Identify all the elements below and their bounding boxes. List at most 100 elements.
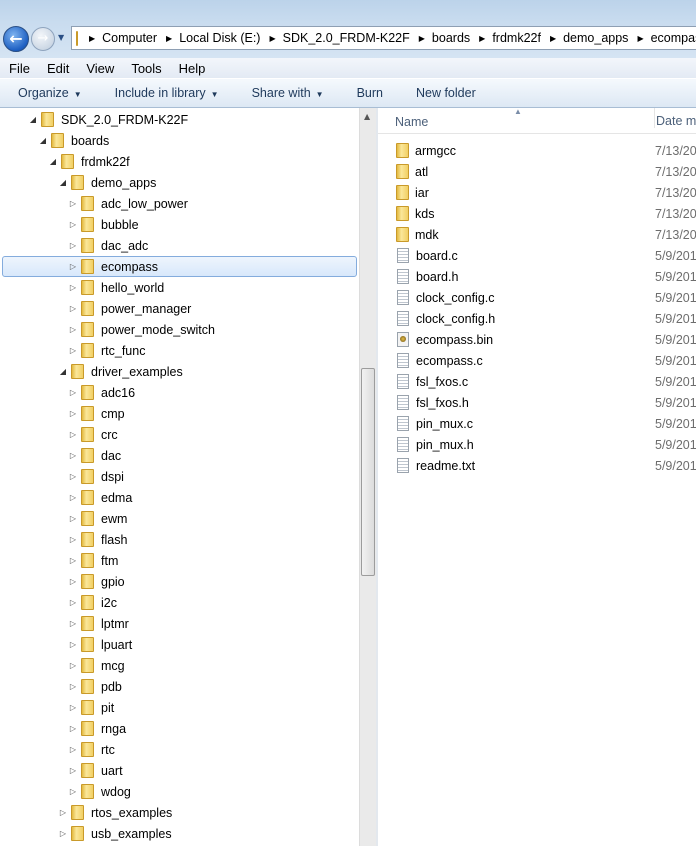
tree-item-lptmr[interactable]: ▷ lptmr xyxy=(68,613,129,634)
file-row[interactable]: readme.txt 5/9/201 xyxy=(378,455,696,476)
tree-item-dspi[interactable]: ▷ dspi xyxy=(68,466,124,487)
forward-button[interactable]: → xyxy=(31,27,55,51)
back-button[interactable]: ← xyxy=(3,26,29,52)
tree-item-ewm[interactable]: ▷ ewm xyxy=(68,508,127,529)
tree-item-mcg[interactable]: ▷ mcg xyxy=(68,655,125,676)
tree-item-driver-examples[interactable]: ◢ driver_examples xyxy=(58,361,183,382)
tree-item-sdk-2-0-frdm-k22f[interactable]: ◢ SDK_2.0_FRDM-K22F xyxy=(28,109,188,130)
tree-item-pdb[interactable]: ▷ pdb xyxy=(68,676,122,697)
menu-tools[interactable]: Tools xyxy=(122,61,169,76)
tree-item-cmp[interactable]: ▷ cmp xyxy=(68,403,125,424)
expanded-arrow-icon[interactable]: ◢ xyxy=(48,157,58,166)
organize-button[interactable]: Organize ▼ xyxy=(0,86,97,100)
collapsed-arrow-icon[interactable]: ▷ xyxy=(68,325,78,334)
tree-item-uart[interactable]: ▷ uart xyxy=(68,760,123,781)
breadcrumb-arrow-icon[interactable]: ▶ xyxy=(419,34,425,43)
collapsed-arrow-icon[interactable]: ▷ xyxy=(68,535,78,544)
tree-item-gpio[interactable]: ▷ gpio xyxy=(68,571,125,592)
tree-item-adc-low-power[interactable]: ▷ adc_low_power xyxy=(68,193,188,214)
tree-item-rtos-examples[interactable]: ▷ rtos_examples xyxy=(58,802,172,823)
tree-item-i2c[interactable]: ▷ i2c xyxy=(68,592,117,613)
collapsed-arrow-icon[interactable]: ▷ xyxy=(68,388,78,397)
collapsed-arrow-icon[interactable]: ▷ xyxy=(68,787,78,796)
collapsed-arrow-icon[interactable]: ▷ xyxy=(68,451,78,460)
column-name[interactable]: Name xyxy=(395,115,428,129)
tree-item-lpuart[interactable]: ▷ lpuart xyxy=(68,634,132,655)
collapsed-arrow-icon[interactable]: ▷ xyxy=(68,220,78,229)
tree-item-demo-apps[interactable]: ◢ demo_apps xyxy=(58,172,156,193)
collapsed-arrow-icon[interactable]: ▷ xyxy=(68,262,78,271)
collapsed-arrow-icon[interactable]: ▷ xyxy=(68,304,78,313)
collapsed-arrow-icon[interactable]: ▷ xyxy=(68,640,78,649)
collapsed-arrow-icon[interactable]: ▷ xyxy=(68,409,78,418)
expanded-arrow-icon[interactable]: ◢ xyxy=(28,115,38,124)
file-row[interactable]: armgcc 7/13/20 xyxy=(378,140,696,161)
file-row[interactable]: clock_config.h 5/9/201 xyxy=(378,308,696,329)
breadcrumb-item[interactable]: ▶ Computer xyxy=(80,31,157,45)
burn-button[interactable]: Burn xyxy=(339,86,398,100)
tree-item-rtc[interactable]: ▷ rtc xyxy=(68,739,115,760)
file-row[interactable]: clock_config.c 5/9/201 xyxy=(378,287,696,308)
collapsed-arrow-icon[interactable]: ▷ xyxy=(68,430,78,439)
collapsed-arrow-icon[interactable]: ▷ xyxy=(68,724,78,733)
breadcrumb-arrow-icon[interactable]: ▶ xyxy=(89,34,95,43)
breadcrumb-arrow-icon[interactable]: ▶ xyxy=(479,34,485,43)
collapsed-arrow-icon[interactable]: ▷ xyxy=(68,199,78,208)
tree-item-ftm[interactable]: ▷ ftm xyxy=(68,550,118,571)
expanded-arrow-icon[interactable]: ◢ xyxy=(58,178,68,187)
collapsed-arrow-icon[interactable]: ▷ xyxy=(68,598,78,607)
file-row[interactable]: fsl_fxos.h 5/9/201 xyxy=(378,392,696,413)
tree-item-frdmk22f[interactable]: ◢ frdmk22f xyxy=(48,151,130,172)
collapsed-arrow-icon[interactable]: ▷ xyxy=(68,619,78,628)
breadcrumb-item[interactable]: ▶ boards xyxy=(410,31,470,45)
breadcrumb-item[interactable]: ▶ demo_apps xyxy=(541,31,628,45)
file-row[interactable]: pin_mux.c 5/9/201 xyxy=(378,413,696,434)
collapsed-arrow-icon[interactable]: ▷ xyxy=(68,745,78,754)
tree-item-edma[interactable]: ▷ edma xyxy=(68,487,132,508)
breadcrumb-item[interactable]: ▶ ecompass xyxy=(628,31,696,45)
breadcrumb-item[interactable]: ▶ SDK_2.0_FRDM-K22F xyxy=(260,31,409,45)
new-folder-button[interactable]: New folder xyxy=(398,86,491,100)
tree-item-ecompass[interactable]: ▷ ecompass xyxy=(68,256,158,277)
collapsed-arrow-icon[interactable]: ▷ xyxy=(68,241,78,250)
collapsed-arrow-icon[interactable]: ▷ xyxy=(68,703,78,712)
file-row[interactable]: fsl_fxos.c 5/9/201 xyxy=(378,371,696,392)
collapsed-arrow-icon[interactable]: ▷ xyxy=(58,829,68,838)
scrollbar-thumb[interactable] xyxy=(361,368,375,576)
file-row[interactable]: pin_mux.h 5/9/201 xyxy=(378,434,696,455)
tree-item-flash[interactable]: ▷ flash xyxy=(68,529,127,550)
address-bar[interactable]: ▶ Computer ▶ Local Disk (E:) ▶ SDK_2.0_FRDM-K… xyxy=(71,26,696,50)
collapsed-arrow-icon[interactable]: ▷ xyxy=(68,661,78,670)
file-row[interactable]: kds 7/13/20 xyxy=(378,203,696,224)
tree-item-rnga[interactable]: ▷ rnga xyxy=(68,718,126,739)
menu-help[interactable]: Help xyxy=(170,61,214,76)
breadcrumb-item[interactable]: ▶ frdmk22f xyxy=(470,31,541,45)
tree-item-power-mode-switch[interactable]: ▷ power_mode_switch xyxy=(68,319,215,340)
breadcrumb-arrow-icon[interactable]: ▶ xyxy=(166,34,172,43)
tree-item-power-manager[interactable]: ▷ power_manager xyxy=(68,298,191,319)
recent-pages-dropdown-icon[interactable]: ▼ xyxy=(58,33,64,42)
file-row[interactable]: iar 7/13/20 xyxy=(378,182,696,203)
tree-item-dac-adc[interactable]: ▷ dac_adc xyxy=(68,235,148,256)
collapsed-arrow-icon[interactable]: ▷ xyxy=(68,556,78,565)
expanded-arrow-icon[interactable]: ◢ xyxy=(38,136,48,145)
scroll-up-icon[interactable]: ▲ xyxy=(364,112,370,121)
navigation-scrollbar[interactable]: ▲ xyxy=(359,108,376,846)
tree-item-crc[interactable]: ▷ crc xyxy=(68,424,118,445)
file-row[interactable]: board.h 5/9/201 xyxy=(378,266,696,287)
collapsed-arrow-icon[interactable]: ▷ xyxy=(68,283,78,292)
expanded-arrow-icon[interactable]: ◢ xyxy=(58,367,68,376)
collapsed-arrow-icon[interactable]: ▷ xyxy=(68,682,78,691)
tree-item-wdog[interactable]: ▷ wdog xyxy=(68,781,131,802)
collapsed-arrow-icon[interactable]: ▷ xyxy=(58,808,68,817)
collapsed-arrow-icon[interactable]: ▷ xyxy=(68,472,78,481)
breadcrumb-arrow-icon[interactable]: ▶ xyxy=(269,34,275,43)
collapsed-arrow-icon[interactable]: ▷ xyxy=(68,346,78,355)
file-row[interactable]: ecompass.bin 5/9/201 xyxy=(378,329,696,350)
tree-item-hello-world[interactable]: ▷ hello_world xyxy=(68,277,164,298)
tree-item-dac[interactable]: ▷ dac xyxy=(68,445,121,466)
breadcrumb-arrow-icon[interactable]: ▶ xyxy=(550,34,556,43)
menu-view[interactable]: View xyxy=(77,61,122,76)
file-row[interactable]: mdk 7/13/20 xyxy=(378,224,696,245)
menu-file[interactable]: File xyxy=(0,61,38,76)
